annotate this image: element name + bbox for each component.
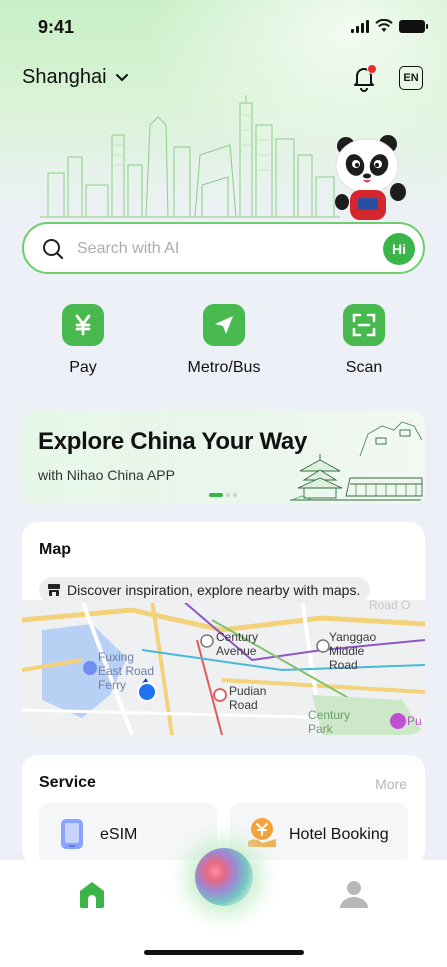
metro-bus-button[interactable]: Metro/Bus: [169, 304, 279, 377]
city-skyline-illustration: [40, 95, 340, 218]
esim-label: eSIM: [100, 826, 138, 843]
scan-button[interactable]: Scan: [309, 304, 419, 377]
map-label-fuxing: Fuxing East Road Ferry: [98, 650, 155, 692]
status-bar: 9:41: [0, 0, 447, 54]
promo-banner[interactable]: Explore China Your Way with Nihao China …: [22, 410, 425, 504]
scan-icon: [343, 304, 385, 346]
map-tip-text: Discover inspiration, explore nearby wit…: [67, 582, 361, 598]
map-label-yanggao: Yanggao Middle Road: [329, 630, 377, 672]
bottom-tab-bar: [0, 848, 447, 967]
map-tip: Discover inspiration, explore nearby wit…: [39, 577, 371, 603]
city-selector[interactable]: Shanghai: [22, 66, 129, 89]
map-title: Map: [39, 541, 71, 558]
language-button[interactable]: EN: [399, 66, 423, 90]
phone-icon: [61, 819, 83, 849]
hotel-icon: [248, 818, 276, 847]
map-label-road: Road O: [369, 598, 411, 612]
temple-illustration: [290, 421, 425, 501]
chevron-down-icon: [115, 73, 128, 81]
status-time: 9:41: [38, 17, 75, 37]
map-view[interactable]: Fuxing East Road Ferry Century Avenue Ya…: [22, 598, 425, 735]
hotel-booking-service[interactable]: Hotel Booking: [230, 803, 408, 865]
yuan-icon: [62, 304, 104, 346]
map-label-pu: Pu: [407, 714, 422, 728]
city-name: Shanghai: [22, 66, 107, 88]
quick-actions: Pay Metro/Bus Scan: [0, 304, 447, 384]
search-icon: [43, 239, 64, 260]
ai-assistant-orb[interactable]: [195, 848, 253, 906]
send-arrow-icon: [203, 304, 245, 346]
notifications-button[interactable]: [351, 64, 377, 92]
battery-icon: [399, 19, 428, 33]
header-actions: EN: [351, 64, 423, 92]
ai-assistant-button[interactable]: Hi: [383, 233, 415, 265]
scan-label: Scan: [345, 359, 383, 376]
signal-icon: [351, 19, 369, 33]
search-placeholder: Search with AI: [77, 240, 180, 257]
map-label-pudian: Pudian Road: [229, 684, 267, 712]
esim-service[interactable]: eSIM: [39, 803, 217, 865]
home-icon: [80, 882, 104, 908]
notification-dot: [367, 64, 377, 74]
banner-subtitle: with Nihao China APP: [38, 467, 175, 483]
home-indicator: [144, 950, 304, 955]
panda-mascot: [335, 135, 406, 220]
store-icon: [48, 584, 60, 596]
service-more-link[interactable]: More: [375, 776, 407, 792]
status-icons: [351, 19, 428, 33]
pay-button[interactable]: Pay: [28, 304, 138, 377]
profile-icon: [340, 881, 368, 908]
service-title: Service: [39, 774, 96, 791]
map-card[interactable]: Map Discover inspiration, explore nearby…: [22, 522, 425, 735]
hotel-booking-label: Hotel Booking: [289, 826, 389, 843]
tab-home[interactable]: [76, 878, 108, 915]
banner-title: Explore China Your Way: [38, 428, 308, 455]
tab-profile[interactable]: [338, 878, 370, 915]
pay-label: Pay: [69, 359, 97, 376]
banner-pagination: [209, 493, 237, 497]
map-label-century-avenue: Century Avenue: [216, 630, 259, 658]
metro-bus-label: Metro/Bus: [187, 359, 261, 376]
map-label-century-park: Century Park: [308, 708, 351, 735]
ai-search-bar[interactable]: Search with AI Hi: [22, 222, 425, 274]
wifi-icon: [375, 19, 393, 32]
